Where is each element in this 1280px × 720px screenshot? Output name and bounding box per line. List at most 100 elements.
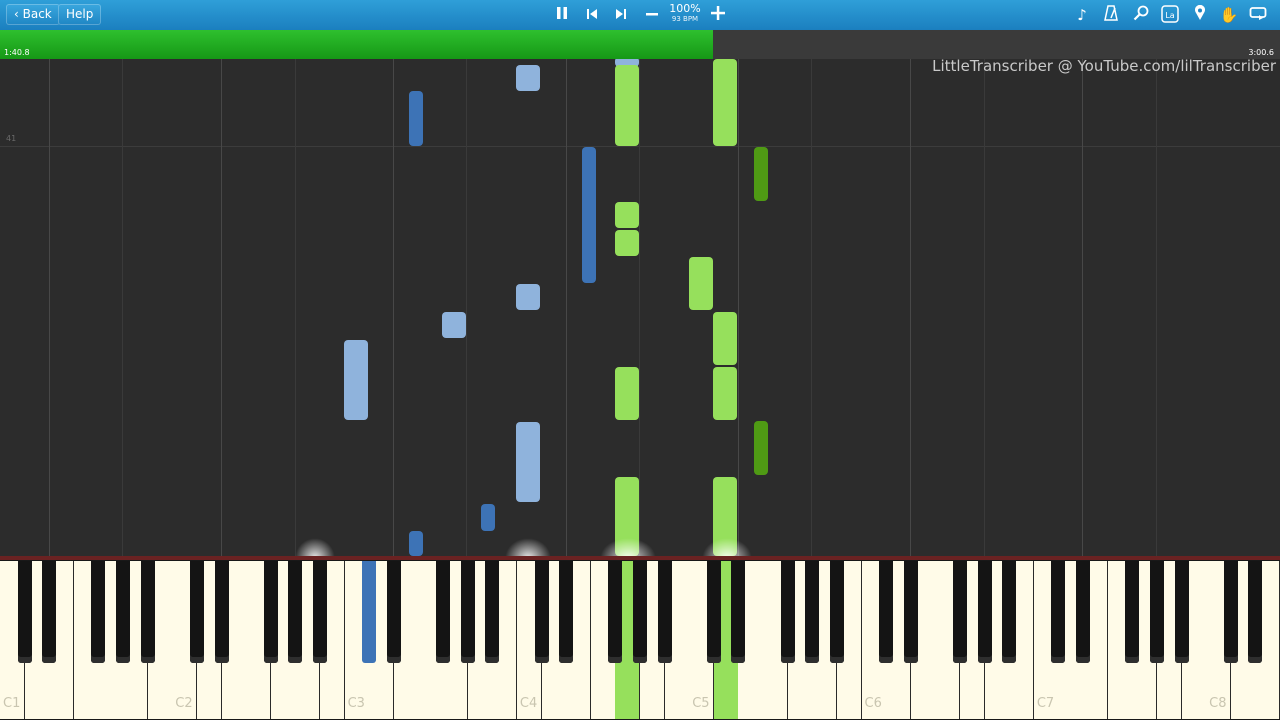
black-key[interactable] bbox=[485, 561, 500, 663]
keyboard-top-line bbox=[0, 556, 1280, 560]
grid-line bbox=[639, 59, 640, 556]
falling-note bbox=[516, 422, 540, 502]
grid-line bbox=[49, 59, 50, 556]
falling-note bbox=[615, 65, 639, 146]
loop-icon[interactable] bbox=[1247, 5, 1269, 25]
black-key[interactable] bbox=[829, 561, 844, 663]
black-key[interactable] bbox=[263, 561, 278, 663]
speed-percent: 100% bbox=[669, 2, 701, 15]
help-button[interactable]: Help bbox=[58, 4, 102, 25]
measure-line bbox=[0, 146, 1280, 147]
octave-label: C6 bbox=[864, 696, 882, 711]
black-key[interactable] bbox=[608, 561, 623, 663]
grid-line bbox=[910, 59, 911, 556]
pause-icon[interactable] bbox=[551, 5, 573, 25]
progress-fill bbox=[0, 30, 713, 59]
octave-label: C1 bbox=[3, 696, 21, 711]
black-key[interactable] bbox=[17, 561, 32, 663]
grid-line bbox=[393, 59, 394, 556]
keyboard-labels-icon[interactable]: La bbox=[1159, 5, 1181, 25]
falling-note bbox=[344, 340, 368, 420]
octave-label: C7 bbox=[1036, 696, 1055, 711]
elapsed-time: 1:40.8 bbox=[4, 48, 30, 57]
key-glow bbox=[600, 538, 656, 558]
octave-label: C3 bbox=[347, 696, 365, 711]
black-key[interactable] bbox=[313, 561, 327, 663]
hand-icon[interactable]: ✋ bbox=[1218, 5, 1240, 25]
black-key[interactable] bbox=[436, 561, 451, 663]
grid-line bbox=[811, 59, 812, 556]
black-key[interactable] bbox=[42, 561, 57, 663]
black-key[interactable] bbox=[1248, 561, 1263, 663]
falling-note bbox=[582, 147, 596, 283]
black-key[interactable] bbox=[362, 561, 377, 663]
previous-icon[interactable] bbox=[581, 5, 603, 25]
falling-note bbox=[754, 147, 768, 201]
black-key[interactable] bbox=[189, 561, 204, 663]
svg-text:La: La bbox=[1165, 11, 1174, 20]
black-key[interactable] bbox=[116, 561, 131, 663]
black-key[interactable] bbox=[1149, 561, 1164, 663]
black-key[interactable] bbox=[903, 561, 918, 663]
back-button[interactable]: ‹ Back bbox=[6, 4, 60, 25]
black-key[interactable] bbox=[780, 561, 795, 663]
black-key[interactable] bbox=[977, 561, 992, 663]
falling-note bbox=[516, 284, 540, 310]
black-key[interactable] bbox=[1051, 561, 1066, 663]
black-key[interactable] bbox=[879, 561, 894, 663]
grid-line bbox=[738, 59, 739, 556]
black-key[interactable] bbox=[633, 561, 647, 663]
falling-note bbox=[713, 367, 737, 420]
black-key[interactable] bbox=[1076, 561, 1091, 663]
black-key[interactable] bbox=[1125, 561, 1140, 663]
tempo-bpm: 93 BPM bbox=[671, 15, 699, 23]
falling-note bbox=[615, 367, 639, 420]
note-icon[interactable]: ♪ bbox=[1071, 5, 1093, 25]
key-glow bbox=[702, 538, 752, 558]
octave-label: C5 bbox=[692, 696, 710, 711]
black-key[interactable] bbox=[288, 561, 303, 663]
toolbar: ‹ Back Help 100% 93 BPM ♪ La ✋ bbox=[0, 0, 1280, 30]
black-key[interactable] bbox=[214, 561, 229, 663]
zoom-icon[interactable] bbox=[1130, 5, 1152, 25]
minus-icon[interactable] bbox=[641, 5, 663, 25]
marker-icon[interactable] bbox=[1189, 4, 1211, 25]
metronome-icon[interactable] bbox=[1100, 5, 1122, 25]
song-progress-bar[interactable] bbox=[0, 30, 1280, 59]
black-key[interactable] bbox=[460, 561, 475, 663]
grid-line bbox=[1156, 59, 1157, 556]
falling-note bbox=[409, 531, 423, 556]
key-glow bbox=[505, 538, 551, 558]
speed-display: 100% 93 BPM bbox=[666, 3, 704, 24]
watermark: LittleTranscriber @ YouTube.com/lilTrans… bbox=[932, 57, 1276, 75]
black-key[interactable] bbox=[706, 561, 721, 663]
grid-line bbox=[295, 59, 296, 556]
black-key[interactable] bbox=[1174, 561, 1189, 663]
plus-icon[interactable] bbox=[707, 5, 729, 25]
falling-note bbox=[409, 91, 423, 146]
black-key[interactable] bbox=[386, 561, 401, 663]
falling-note bbox=[442, 312, 466, 338]
next-icon[interactable] bbox=[610, 5, 632, 25]
black-key[interactable] bbox=[731, 561, 746, 663]
grid-line bbox=[221, 59, 222, 556]
measure-number: 41 bbox=[6, 134, 17, 143]
falling-note bbox=[615, 202, 639, 228]
falling-note bbox=[516, 65, 540, 91]
black-key[interactable] bbox=[534, 561, 549, 663]
black-key[interactable] bbox=[953, 561, 967, 663]
grid-line bbox=[1082, 59, 1083, 556]
black-key[interactable] bbox=[657, 561, 672, 663]
black-key[interactable] bbox=[559, 561, 574, 663]
black-key[interactable] bbox=[805, 561, 820, 663]
black-key[interactable] bbox=[140, 561, 155, 663]
grid-line bbox=[566, 59, 567, 556]
grid-line bbox=[122, 59, 123, 556]
grid-line bbox=[984, 59, 985, 556]
black-key[interactable] bbox=[91, 561, 106, 663]
falling-note bbox=[713, 312, 737, 365]
black-key[interactable] bbox=[1002, 561, 1017, 663]
octave-label: C8 bbox=[1209, 696, 1227, 711]
octave-label: C2 bbox=[175, 696, 193, 711]
black-key[interactable] bbox=[1223, 561, 1238, 663]
